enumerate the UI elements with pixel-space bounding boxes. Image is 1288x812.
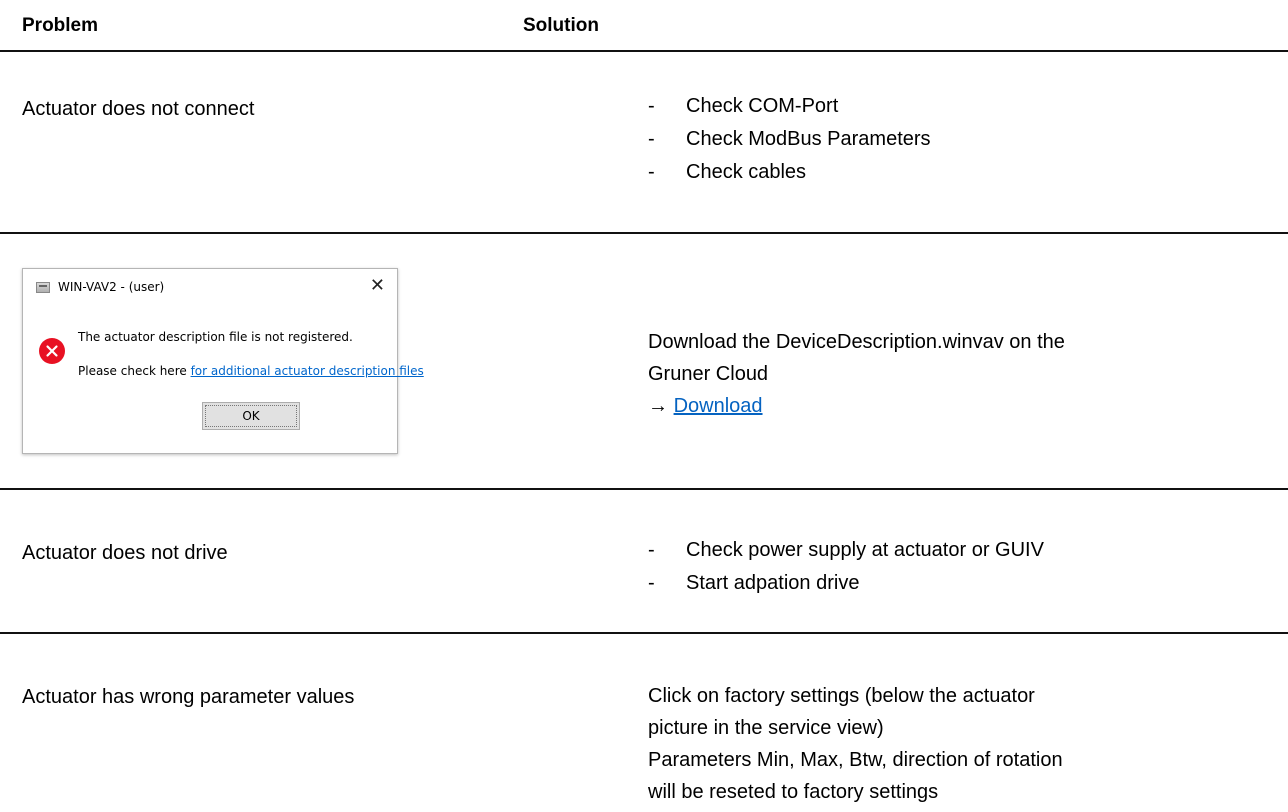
solution-download: Download the DeviceDescription.winvav on… [648,326,1065,422]
row-divider [0,488,1288,490]
description-files-link[interactable]: for additional actuator description file… [191,364,424,378]
dialog-prompt-text: Please check here [78,364,191,378]
row-divider [0,632,1288,634]
ok-button[interactable]: OK [202,402,300,430]
dialog-body: The actuator description file is not reg… [23,307,424,453]
solution-item-text: Check power supply at actuator or GUIV [686,539,1044,561]
dialog-prompt: Please check here for additional actuato… [78,364,424,378]
download-line: → Download [648,390,1065,422]
solution-column-header: Solution [523,15,599,36]
problem-parameters: Actuator has wrong parameter values [22,686,355,708]
dialog-message: The actuator description file is not reg… [78,330,353,344]
solution-list-connect: - Check COM-Port - Check ModBus Parameters… [648,90,931,189]
solution-item-text: Check ModBus Parameters [686,128,931,150]
solution-line: Gruner Cloud [648,363,769,385]
dialog-title: WIN-VAV2 - (user) [58,280,165,294]
solution-line: will be reseted to factory settings [648,781,939,803]
error-icon [39,338,65,364]
solution-line: Click on factory settings (below the act… [648,685,1035,707]
solution-item-text: Start adpation drive [686,572,860,594]
list-dash: - [648,95,655,117]
list-dash: - [648,161,655,183]
solution-line: picture in the service view) [648,717,884,739]
solution-line: Download the DeviceDescription.winvav on… [648,331,1065,353]
solution-list-drive: - Check power supply at actuator or GUIV … [648,534,1044,600]
solution-line: Parameters Min, Max, Btw, direction of r… [648,749,1063,771]
list-dash: - [648,128,655,150]
solution-factory-settings: Click on factory settings (below the act… [648,680,1063,808]
solution-item-text: Check COM-Port [686,95,839,117]
app-window-icon [36,282,50,293]
problem-drive: Actuator does not drive [22,542,228,564]
row-divider [0,232,1288,234]
dialog-title-bar: WIN-VAV2 - (user) ✕ [23,269,397,307]
problem-connect: Actuator does not connect [22,98,255,120]
header-divider [0,50,1288,52]
solution-item-text: Check cables [686,161,807,183]
list-item: - Check ModBus Parameters [648,123,931,156]
close-icon[interactable]: ✕ [370,276,385,296]
arrow-glyph: → [648,395,674,417]
list-item: - Check cables [648,156,931,189]
list-dash: - [648,572,655,594]
download-link[interactable]: Download [674,395,763,417]
list-item: - Check COM-Port [648,90,931,123]
list-dash: - [648,539,655,561]
error-dialog-screenshot: WIN-VAV2 - (user) ✕ The actuator descrip… [22,268,424,454]
problem-column-header: Problem [22,15,99,36]
list-item: - Start adpation drive [648,567,1044,600]
list-item: - Check power supply at actuator or GUIV [648,534,1044,567]
